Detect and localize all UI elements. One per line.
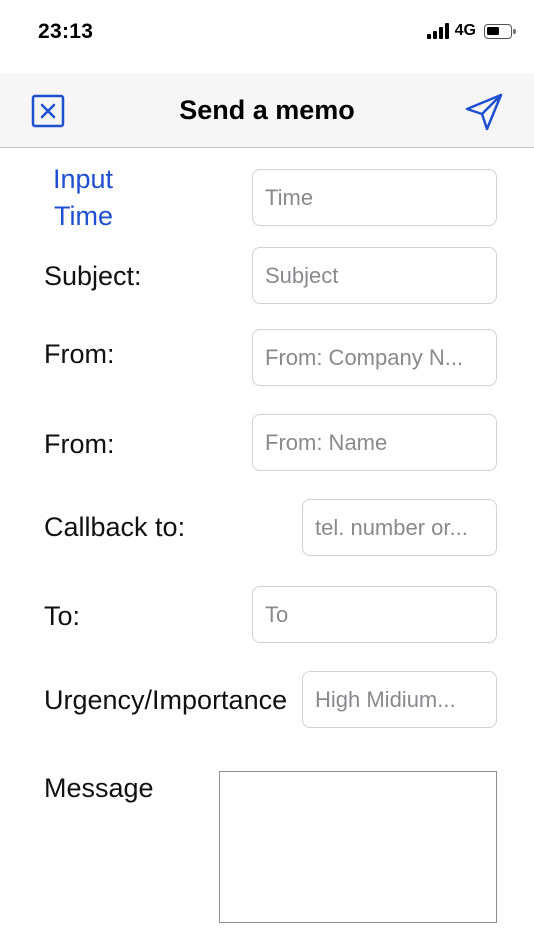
- send-button[interactable]: [464, 92, 504, 132]
- input-time-link[interactable]: Input Time: [53, 161, 113, 235]
- status-time: 23:13: [38, 20, 94, 43]
- to-label: To:: [44, 601, 81, 631]
- battery-icon: [484, 23, 516, 39]
- callback-label: Callback to:: [44, 512, 186, 542]
- time-input[interactable]: [252, 169, 497, 226]
- urgency-input[interactable]: [302, 671, 497, 728]
- paper-plane-icon: [465, 93, 503, 131]
- page-title: Send a memo: [179, 95, 355, 125]
- navigation-bar: Send a memo: [0, 73, 534, 148]
- input-time-link-line1: Input: [53, 164, 114, 194]
- cellular-signal-icon: [426, 23, 449, 39]
- callback-input[interactable]: [302, 499, 497, 556]
- input-time-link-line2: Time: [54, 201, 113, 231]
- subject-label: Subject:: [44, 261, 142, 291]
- from-company-label: From:: [44, 339, 115, 369]
- battery-level: [487, 26, 499, 35]
- network-type: 4G: [454, 22, 476, 39]
- message-textarea[interactable]: [219, 771, 497, 923]
- subject-input[interactable]: [252, 247, 497, 304]
- urgency-label: Urgency/Importance: [44, 685, 288, 715]
- to-input[interactable]: [252, 586, 497, 643]
- message-label: Message: [44, 773, 154, 803]
- status-bar: 23:13 4G: [0, 0, 534, 72]
- from-company-input[interactable]: [252, 329, 497, 386]
- status-indicators: 4G: [426, 22, 516, 40]
- from-name-input[interactable]: [252, 414, 497, 471]
- from-name-label: From:: [44, 429, 115, 459]
